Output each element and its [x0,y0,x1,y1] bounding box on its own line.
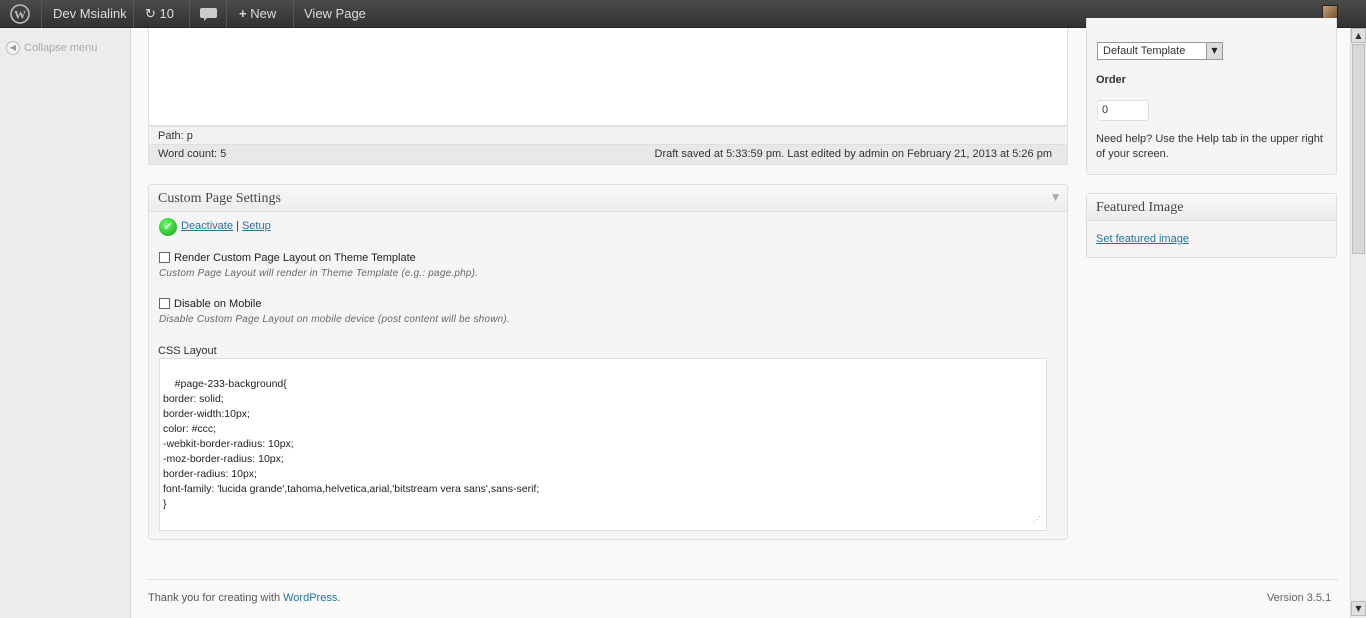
new-label: New [250,6,277,21]
wordpress-link[interactable]: WordPress [283,592,337,604]
view-page-link[interactable]: View Page [294,0,378,28]
css-layout-textarea[interactable]: #page-233-background{ border: solid; bor… [159,358,1047,531]
template-select-value: Default Template [1103,45,1186,57]
render-on-theme-hint: Custom Page Layout will render in Theme … [159,268,479,279]
svg-text:W: W [14,8,26,22]
view-page-label: View Page [304,6,366,21]
resize-grip-icon[interactable]: ⋰ [1033,516,1043,527]
render-on-theme-label[interactable]: Render Custom Page Layout on Theme Templ… [174,252,416,264]
scroll-down-button[interactable]: ▼ [1351,601,1366,616]
setup-link[interactable]: Setup [242,220,271,232]
word-count: Word count: 5 [158,148,227,160]
collapse-arrow-icon: ◀ [6,41,20,55]
collapse-menu-button[interactable]: ◀ Collapse menu [6,41,97,55]
site-name-link[interactable]: Dev Msialink [42,0,134,28]
order-input[interactable]: 0 [1097,100,1149,121]
activation-links: Deactivate | Setup [181,220,271,232]
link-separator: | [236,220,239,232]
page-attributes-box: Default Template ▼ Order 0 Need help? Us… [1086,18,1337,175]
disable-on-mobile-hint: Disable Custom Page Layout on mobile dev… [159,314,510,325]
disable-on-mobile-checkbox[interactable] [159,298,170,309]
updates-link[interactable]: ↻ 10 [134,0,190,28]
css-layout-value: #page-233-background{ border: solid; bor… [163,378,540,510]
updates-count: 10 [159,6,174,21]
site-name-label: Dev Msialink [53,6,127,21]
custom-page-settings-title: Custom Page Settings [158,191,281,206]
toggle-arrow-icon[interactable]: ▼ [1052,185,1059,212]
order-input-value: 0 [1102,104,1109,116]
editor-content-area[interactable] [148,28,1068,126]
render-on-theme-checkbox[interactable] [159,252,170,263]
admin-sidebar: ◀ Collapse menu [0,28,131,618]
editor-path: Path: p [158,130,193,142]
new-content-link[interactable]: + New [227,0,294,28]
refresh-icon: ↻ [145,7,156,22]
featured-image-header[interactable]: Featured Image [1087,194,1336,221]
checkmark-icon: ✔ [159,218,177,236]
plus-icon: + [239,6,247,21]
dropdown-arrow-icon[interactable]: ▼ [1206,43,1222,59]
draft-status: Draft saved at 5:33:59 pm. Last edited b… [654,148,1052,160]
template-select[interactable]: Default Template ▼ [1097,42,1223,60]
editor-status-bar: Word count: 5 Draft saved at 5:33:59 pm.… [148,145,1068,165]
deactivate-link[interactable]: Deactivate [181,220,233,232]
editor-path-bar: Path: p [148,126,1068,145]
css-layout-label: CSS Layout [158,345,217,357]
disable-on-mobile-label[interactable]: Disable on Mobile [174,298,261,310]
comment-bubble-icon [200,8,217,21]
scroll-thumb[interactable] [1352,44,1365,254]
custom-page-settings-box: Custom Page Settings ▼ ✔ Deactivate | Se… [148,184,1068,540]
featured-image-title: Featured Image [1096,200,1184,215]
featured-image-box: Featured Image Set featured image [1086,193,1337,258]
footer-thanks-suffix: . [337,592,341,604]
collapse-menu-label: Collapse menu [24,41,98,54]
footer-divider [148,579,1338,580]
wordpress-logo-button[interactable]: W [0,0,42,28]
scroll-up-button[interactable]: ▲ [1351,28,1366,43]
comments-link[interactable] [190,0,227,28]
order-label: Order [1096,74,1126,86]
footer-thanks: Thank you for creating with WordPress. [148,592,340,604]
footer-thanks-prefix: Thank you for creating with [148,592,284,604]
help-text: Need help? Use the Help tab in the upper… [1096,133,1323,160]
wordpress-logo-icon: W [10,4,30,24]
page-scrollbar[interactable]: ▲ ▼ [1350,28,1366,618]
footer-version: Version 3.5.1 [1267,592,1332,604]
set-featured-image-link[interactable]: Set featured image [1096,233,1189,245]
custom-page-settings-header[interactable]: Custom Page Settings ▼ [149,185,1067,212]
